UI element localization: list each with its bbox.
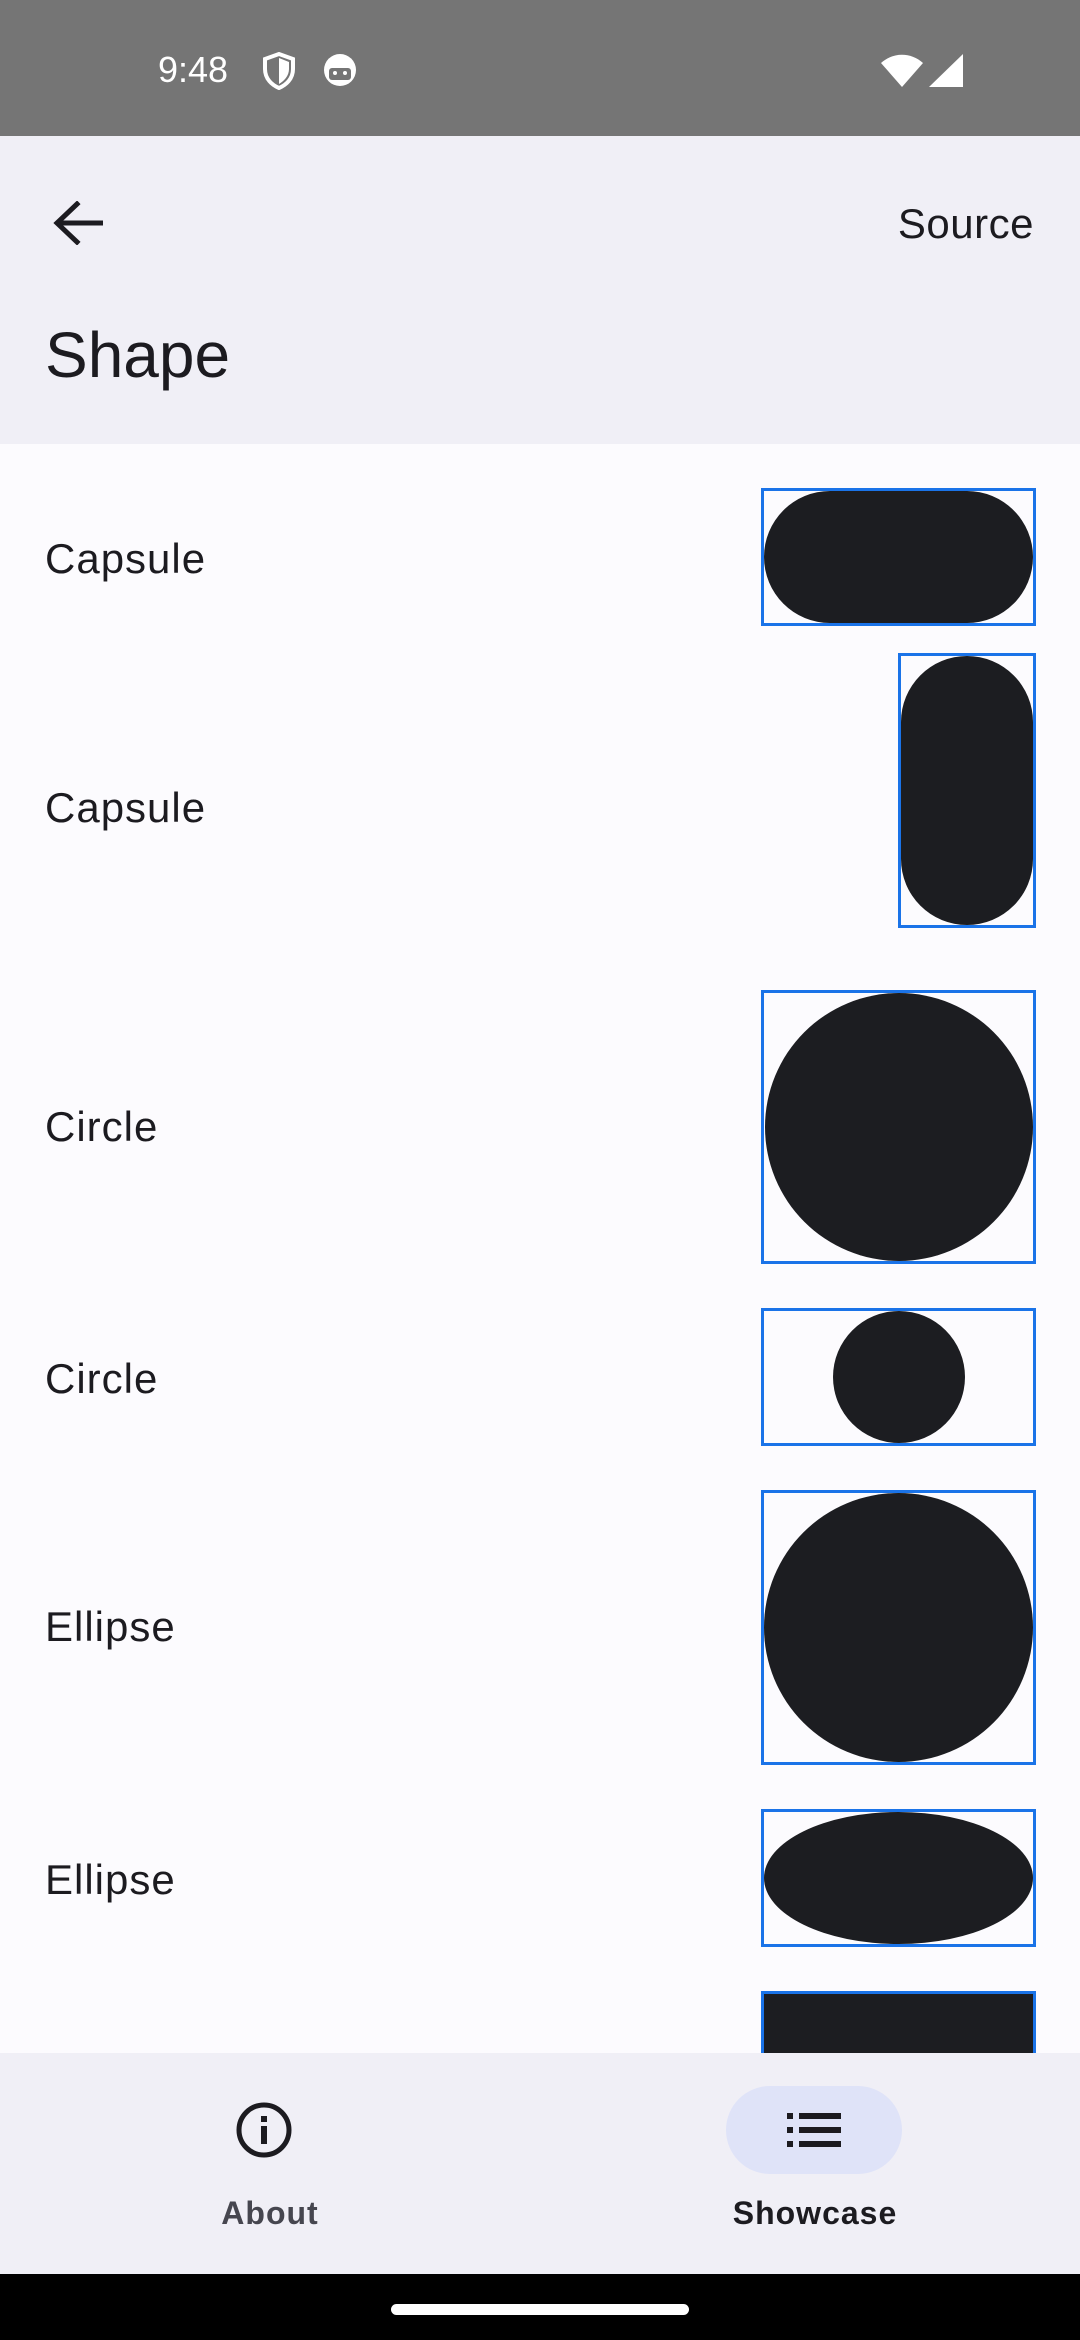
status-bar: 9:48 xyxy=(0,0,1080,136)
shape-preview-frame xyxy=(761,990,1036,1264)
list-item: Circle xyxy=(0,1264,1080,1446)
ellipse-shape xyxy=(764,1812,1033,1944)
nav-item-about[interactable]: About xyxy=(0,2053,540,2274)
nav-indicator-selected xyxy=(726,2086,902,2174)
item-label: Ellipse xyxy=(45,1856,176,1903)
item-label: Capsule xyxy=(45,784,207,831)
shape-preview-frame xyxy=(761,1490,1036,1765)
nav-item-showcase[interactable]: Showcase xyxy=(540,2053,1080,2274)
list-item: Circle xyxy=(0,946,1080,1264)
shape-preview-frame xyxy=(761,488,1036,626)
shield-icon xyxy=(262,51,296,95)
top-app-bar xyxy=(0,136,1080,444)
shape-preview-frame xyxy=(898,653,1036,928)
list-item: Ellipse xyxy=(0,1446,1080,1765)
nav-indicator xyxy=(176,2086,352,2174)
list-icon xyxy=(787,2113,841,2147)
showcase-list[interactable]: Capsule Capsule Circle Circle Ellipse El… xyxy=(0,444,1080,2053)
circle-shape xyxy=(832,1311,965,1443)
source-button[interactable]: Source xyxy=(898,196,1034,252)
shape-preview-frame xyxy=(761,1991,1036,2053)
nav-label-showcase: Showcase xyxy=(732,2195,898,2231)
back-button[interactable] xyxy=(36,181,120,265)
ellipse-shape xyxy=(764,1493,1033,1762)
signal-icon xyxy=(928,54,964,93)
bottom-navigation: About Showcase xyxy=(0,2053,1080,2274)
rectangle-shape xyxy=(764,1994,1033,2053)
arrow-left-icon xyxy=(53,201,103,245)
shape-preview-frame xyxy=(761,1809,1036,1947)
wifi-icon xyxy=(880,54,924,93)
list-item: Capsule xyxy=(0,626,1080,946)
status-time: 9:48 xyxy=(158,49,229,90)
info-icon xyxy=(236,2102,292,2158)
nav-label-about: About xyxy=(221,2195,319,2231)
list-item: Ellipse xyxy=(0,1765,1080,1947)
list-item: Capsule xyxy=(0,444,1080,626)
shape-preview-frame xyxy=(761,1308,1036,1446)
list-item xyxy=(0,1947,1080,2053)
circle-shape xyxy=(764,993,1033,1261)
android-face-icon xyxy=(322,52,358,93)
home-gesture-handle[interactable] xyxy=(391,2304,689,2315)
gesture-bar xyxy=(0,2274,1080,2340)
capsule-shape xyxy=(901,656,1033,925)
item-label: Capsule xyxy=(45,535,207,582)
item-label: Ellipse xyxy=(45,1603,176,1650)
item-label: Circle xyxy=(45,1103,159,1150)
item-label: Circle xyxy=(45,1355,159,1402)
page-title: Shape xyxy=(45,319,231,391)
capsule-shape xyxy=(764,491,1033,623)
